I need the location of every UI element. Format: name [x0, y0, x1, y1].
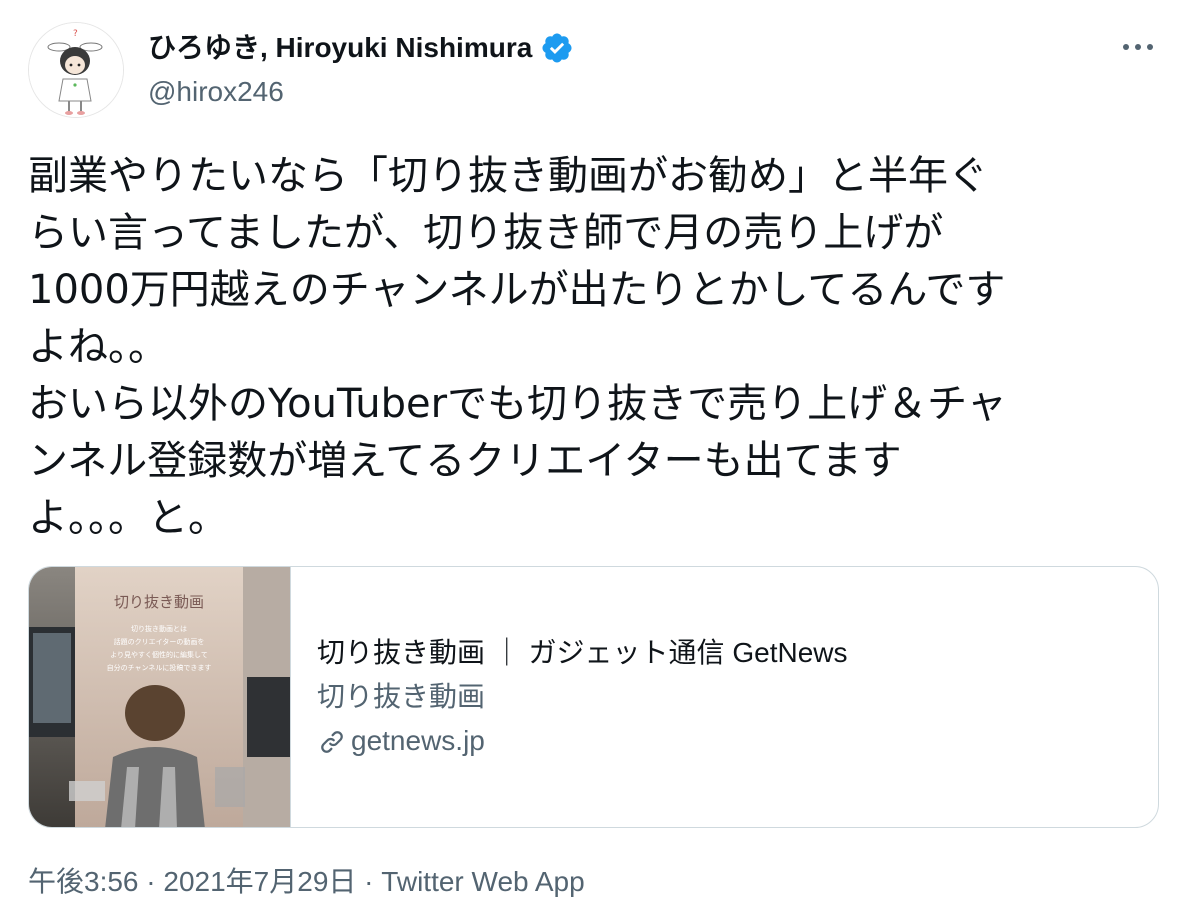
tweet-time[interactable]: 午後3:56: [28, 866, 139, 897]
tweet-text-line: おいら以外のYouTuberでも切り抜きで売り上げ＆チャ: [28, 381, 1007, 427]
tweet-text-line: 副業やりたいなら「切り抜き動画がお勧め」と半年ぐ: [28, 153, 988, 199]
link-card[interactable]: 切り抜き動画 切り抜き動画とは 話題のクリエイターの動画を より見やすく個性的に…: [28, 566, 1159, 828]
thumb-caption-line: 切り抜き動画とは: [131, 626, 187, 633]
display-name-text[interactable]: ひろゆき, Hiroyuki Nishimura: [148, 28, 532, 68]
tweet-text: 副業やりたいなら「切り抜き動画がお勧め」と半年ぐ らい言ってましたが、切り抜き師…: [28, 148, 1163, 547]
tweet-text-line: よね。。: [28, 324, 168, 370]
display-name[interactable]: ひろゆき, Hiroyuki Nishimura: [148, 28, 574, 68]
tweet-date[interactable]: 2021年7月29日: [163, 866, 356, 897]
tweet-source[interactable]: Twitter Web App: [381, 866, 584, 897]
link-icon: [317, 726, 347, 756]
tweet-text-line: 1000万円越えのチャンネルが出たりとかしてるんです: [28, 267, 1006, 313]
more-horizontal-icon: [1123, 44, 1153, 50]
tweet-text-line: ンネル登録数が増えてるクリエイターも出てます: [28, 438, 902, 484]
thumb-caption-line: 話題のクリエイターの動画を: [113, 639, 205, 646]
card-body[interactable]: 切り抜き動画 ｜ ガジェット通信 GetNews 切り抜き動画 getnews.…: [291, 567, 1158, 827]
meta-separator: ·: [356, 866, 382, 897]
user-handle[interactable]: @hirox246: [148, 72, 284, 112]
avatar[interactable]: ?: [28, 22, 124, 118]
meta-separator: ·: [138, 866, 164, 897]
tweet-text-line: らい言ってましたが、切り抜き師で月の売り上げが: [28, 210, 944, 256]
thumb-caption: 切り抜き動画とは 話題のクリエイターの動画を より見やすく個性的に編集して 自分…: [75, 623, 243, 675]
tweet: ? ひろゆき, Hiroyuki Nishimura @hirox246 副業や…: [0, 0, 1188, 898]
tweet-meta: 午後3:56 · 2021年7月29日 · Twitter Web App: [28, 862, 585, 898]
avatar-illustration: ?: [29, 23, 123, 117]
thumb-overlay: 切り抜き動画 切り抜き動画とは 話題のクリエイターの動画を より見やすく個性的に…: [75, 593, 243, 675]
card-domain-text: getnews.jp: [351, 725, 485, 756]
tweet-text-line: よ。。。と。: [28, 495, 228, 541]
thumb-caption-line: より見やすく個性的に編集して: [110, 652, 208, 659]
more-options-button[interactable]: [1118, 32, 1158, 62]
card-thumbnail[interactable]: 切り抜き動画 切り抜き動画とは 話題のクリエイターの動画を より見やすく個性的に…: [29, 567, 291, 827]
thumb-title: 切り抜き動画: [113, 594, 204, 611]
card-description: 切り抜き動画: [317, 681, 486, 712]
card-title[interactable]: 切り抜き動画 ｜ ガジェット通信 GetNews: [317, 631, 1158, 675]
thumb-caption-line: 自分のチャンネルに投稿できます: [106, 665, 212, 672]
verified-badge-icon: [540, 31, 574, 65]
svg-text:?: ?: [73, 29, 78, 39]
card-domain: getnews.jp: [317, 719, 1158, 763]
